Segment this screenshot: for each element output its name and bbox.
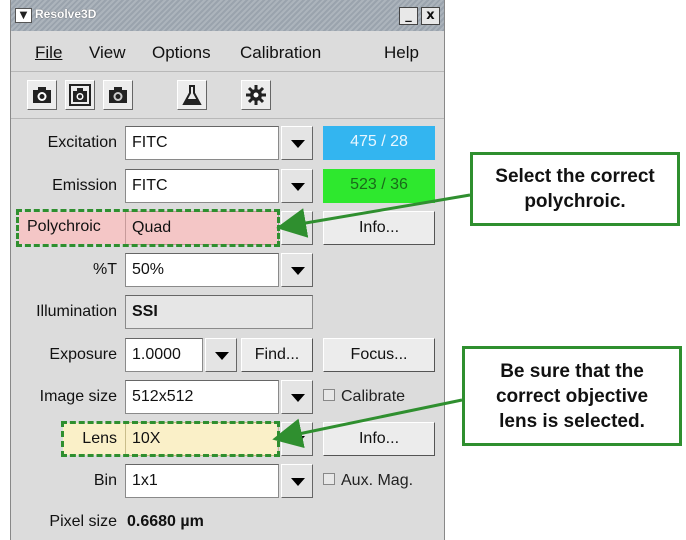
callout-line: Be sure that the [500,361,644,382]
lens-callout: Be sure that the correct objective lens … [462,346,682,446]
callout-line: polychroic. [524,191,626,212]
polychroic-arrow [276,193,471,238]
polychroic-callout: Select the correct polychroic. [470,152,680,226]
callout-arrows [272,193,471,449]
callout-line: correct objective [495,386,649,407]
callout-line: Select the correct [495,166,655,187]
lens-arrow [272,398,463,449]
callout-line: lens is selected. [499,411,645,432]
